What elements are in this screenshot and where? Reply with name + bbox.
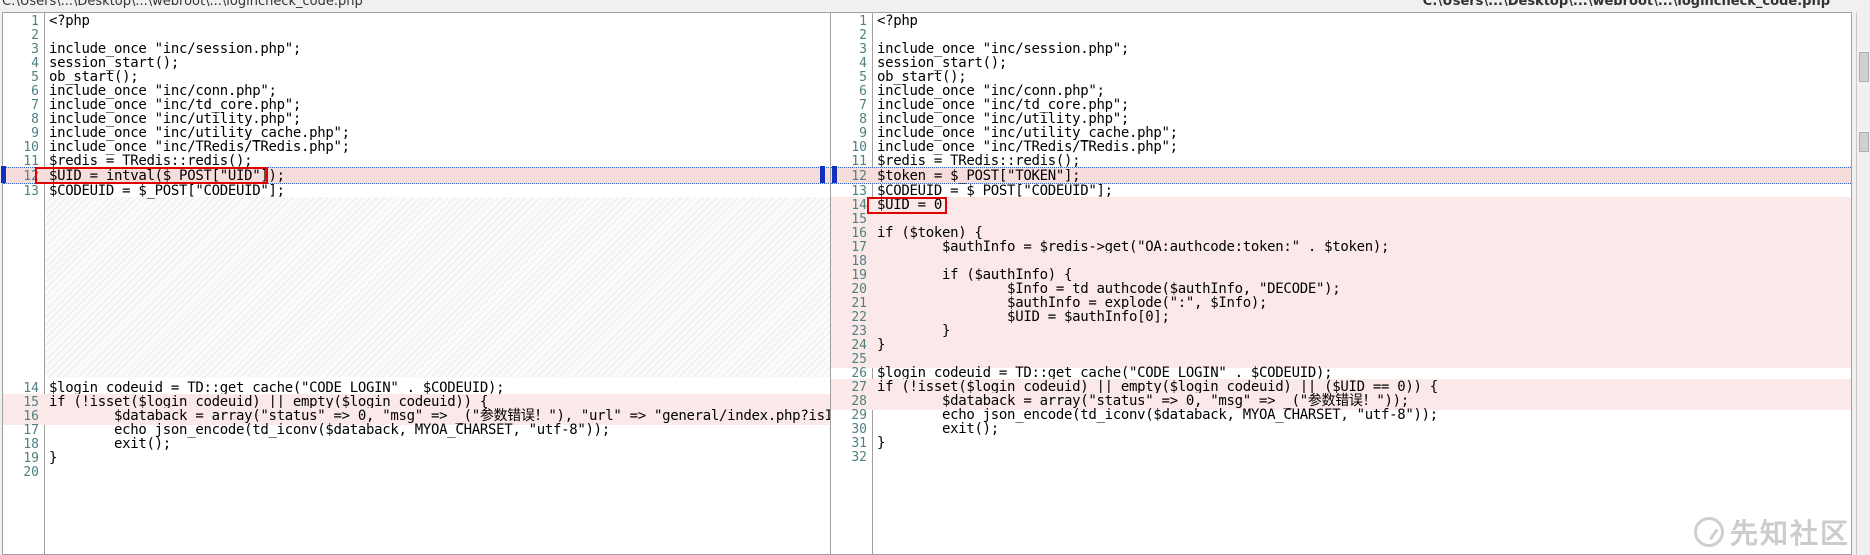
annotation-box	[35, 167, 268, 184]
code-line-selected: 12 $token = $_POST["TOKEN"];	[831, 167, 1851, 184]
code-line: 32	[851, 450, 867, 465]
left-diff-marker	[1, 166, 6, 183]
xianzhi-logo-icon	[1693, 517, 1724, 547]
right-code-lines: 1 <?php 2 3 include_once "inc/session.php"…	[831, 13, 1851, 554]
left-diff-marker-end	[820, 166, 825, 183]
right-diff-marker	[832, 166, 837, 183]
left-file-path: C:\Users\...\Desktop\...\webroot\...\log…	[2, 0, 363, 9]
right-code-pane[interactable]: 1 <?php 2 3 include_once "inc/session.php"…	[830, 12, 1852, 555]
scrollbar-diff-pip	[1859, 132, 1869, 152]
window-titlebar: C:\Users\...\Desktop\...\webroot\...\log…	[0, 0, 1870, 10]
annotation-box	[867, 197, 947, 214]
right-file-path: C:\Users\...\Desktop\...\webroot\...\log…	[1422, 0, 1830, 9]
watermark-text: 先知社区	[1729, 517, 1850, 550]
scrollbar-diff-pip	[1859, 52, 1869, 82]
vertical-scrollbar[interactable]	[1856, 12, 1870, 555]
watermark: 先知社区	[1693, 515, 1850, 550]
